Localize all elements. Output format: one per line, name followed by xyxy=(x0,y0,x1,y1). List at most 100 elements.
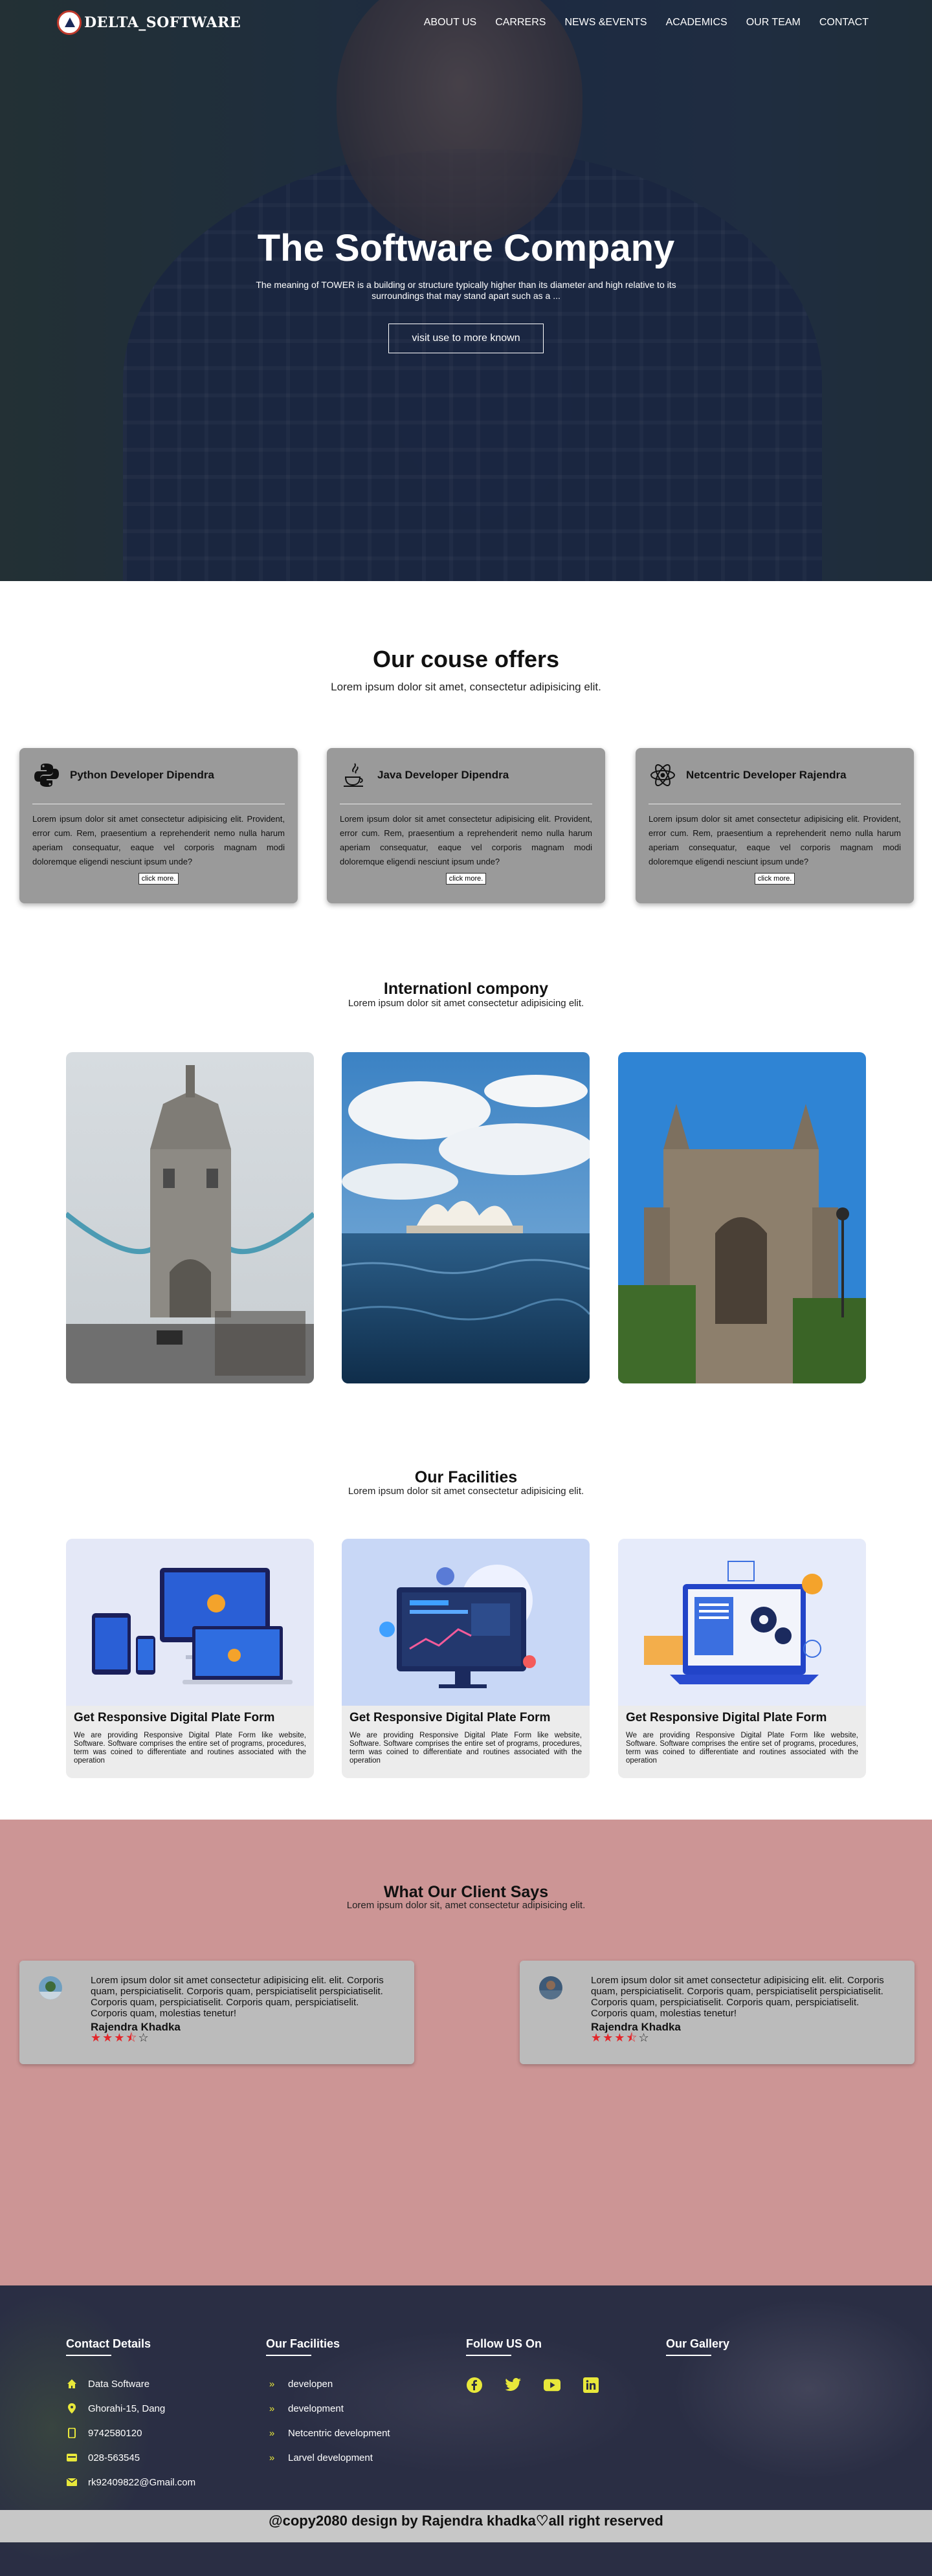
star-full-icon: ★ xyxy=(91,2031,103,2044)
star-empty-icon: ☆ xyxy=(638,2031,650,2044)
site-footer: Contact Details Data Software Ghorahi-15… xyxy=(0,2285,932,2576)
course-card-java: Java Developer Dipendra Lorem ipsum dolo… xyxy=(327,748,605,903)
double-chevron-right-icon: » xyxy=(269,2427,275,2439)
facility-link-text[interactable]: Netcentric development xyxy=(288,2428,390,2439)
copyright-bar: @copy2080 design by Rajendra khadka♡all … xyxy=(0,2510,932,2542)
facility-card-text: We are providing Responsive Digital Plat… xyxy=(74,1732,306,1765)
nav-link-contact[interactable]: CONTACT xyxy=(819,17,869,28)
twitter-icon[interactable] xyxy=(505,2377,522,2394)
facility-card-title: Get Responsive Digital Plate Form xyxy=(350,1711,551,1724)
contact-text: 9742580120 xyxy=(88,2427,142,2439)
nav-link-our-team[interactable]: OUR TEAM xyxy=(746,17,801,28)
facility-card-title: Get Responsive Digital Plate Form xyxy=(74,1711,275,1724)
hero-subtitle: The meaning of TOWER is a building or st… xyxy=(256,280,676,301)
dashboard-illustration xyxy=(342,1539,590,1706)
footer-facility-link[interactable]: » development xyxy=(266,2396,390,2421)
course-title: Python Developer Dipendra xyxy=(70,769,214,781)
contact-text: Data Software xyxy=(88,2378,150,2390)
double-chevron-right-icon: » xyxy=(269,2403,275,2414)
star-full-icon: ★ xyxy=(614,2031,627,2044)
facility-card: Get Responsive Digital Plate Form We are… xyxy=(342,1539,590,1778)
hero-section: DELTA_SOFTWARE ABOUT US CARRERS NEWS &EV… xyxy=(0,0,932,581)
international-title: Internationl compony xyxy=(383,980,549,998)
desktop-settings-illustration xyxy=(618,1539,866,1706)
location-pin-icon xyxy=(66,2403,78,2414)
click-more-button[interactable]: click more. xyxy=(445,873,487,885)
course-description: Lorem ipsum dolor sit amet consectetur a… xyxy=(649,814,901,866)
youtube-icon[interactable] xyxy=(544,2377,560,2394)
footer-follow-title: Follow US On xyxy=(466,2337,599,2356)
footer-facilities-title: Our Facilities xyxy=(266,2337,390,2356)
top-navbar: DELTA_SOFTWARE ABOUT US CARRERS NEWS &EV… xyxy=(0,0,932,45)
footer-follow-column: Follow US On xyxy=(466,2337,599,2394)
facility-link-text[interactable]: Larvel development xyxy=(288,2452,373,2463)
footer-facility-link[interactable]: » developen xyxy=(266,2372,390,2396)
course-title: Java Developer Dipendra xyxy=(377,769,509,781)
python-icon xyxy=(32,761,61,789)
star-rating: ★★★⯪☆ xyxy=(91,2032,395,2043)
client-testimonials-section: What Our Client Says Lorem ipsum dolor s… xyxy=(0,1820,932,2285)
courses-subtitle: Lorem ipsum dolor sit amet, consectetur … xyxy=(331,681,601,693)
footer-gallery-title: Our Gallery xyxy=(666,2337,729,2356)
facility-link-text[interactable]: developen xyxy=(288,2379,333,2390)
nav-link-about-us[interactable]: ABOUT US xyxy=(424,17,477,28)
footer-gallery-column: Our Gallery xyxy=(666,2337,729,2356)
mobile-icon xyxy=(66,2427,78,2439)
envelope-icon xyxy=(66,2476,78,2488)
star-full-icon: ★ xyxy=(114,2031,126,2044)
star-full-icon: ★ xyxy=(102,2031,115,2044)
phone-icon xyxy=(66,2452,78,2463)
contact-address: Data Software xyxy=(66,2372,195,2396)
cathedral-photo xyxy=(618,1052,866,1383)
client-avatar xyxy=(39,1976,62,1999)
international-subtitle: Lorem ipsum dolor sit amet consectetur a… xyxy=(348,998,584,1009)
logo-emblem-icon xyxy=(57,10,82,35)
facility-card-text: We are providing Responsive Digital Plat… xyxy=(626,1732,858,1765)
contact-text: 028-563545 xyxy=(88,2452,140,2463)
facility-link-text[interactable]: development xyxy=(288,2403,344,2414)
course-title: Netcentric Developer Rajendra xyxy=(686,769,847,781)
facilities-subtitle: Lorem ipsum dolor sit amet consectetur a… xyxy=(348,1486,584,1497)
click-more-button[interactable]: click more. xyxy=(138,873,179,885)
nav-link-carrers[interactable]: CARRERS xyxy=(495,17,546,28)
nav-link-news-events[interactable]: NEWS &EVENTS xyxy=(564,17,647,28)
footer-facility-link[interactable]: » Netcentric development xyxy=(266,2421,390,2445)
star-empty-icon: ☆ xyxy=(138,2031,150,2044)
footer-contact-title: Contact Details xyxy=(66,2337,195,2356)
course-description: Lorem ipsum dolor sit amet consectetur a… xyxy=(340,814,592,866)
contact-email: rk92409822@Gmail.com xyxy=(66,2470,195,2494)
facility-card: Get Responsive Digital Plate Form We are… xyxy=(618,1539,866,1778)
course-card-python: Python Developer Dipendra Lorem ipsum do… xyxy=(19,748,298,903)
nav-link-academics[interactable]: ACADEMICS xyxy=(666,17,727,28)
client-avatar xyxy=(539,1976,562,1999)
course-card-netcentric: Netcentric Developer Rajendra Lorem ipsu… xyxy=(636,748,914,903)
facility-card-title: Get Responsive Digital Plate Form xyxy=(626,1711,827,1724)
facebook-icon[interactable] xyxy=(466,2377,483,2394)
courses-title: Our couse offers xyxy=(372,646,560,672)
star-full-icon: ★ xyxy=(591,2031,603,2044)
responsive-devices-illustration xyxy=(66,1539,314,1706)
testimonial-text: Lorem ipsum dolor sit amet consectetur a… xyxy=(91,1975,384,2019)
course-description: Lorem ipsum dolor sit amet consectetur a… xyxy=(32,814,285,866)
footer-facilities-column: Our Facilities » developen » development… xyxy=(266,2337,390,2470)
footer-contact-column: Contact Details Data Software Ghorahi-15… xyxy=(66,2337,195,2494)
hero-cta-button[interactable]: visit use to more known xyxy=(388,324,544,353)
facilities-title: Our Facilities xyxy=(414,1468,518,1486)
clients-subtitle: Lorem ipsum dolor sit, amet consectetur … xyxy=(346,1900,586,1911)
facility-card: Get Responsive Digital Plate Form We are… xyxy=(66,1539,314,1778)
contact-location: Ghorahi-15, Dang xyxy=(66,2396,195,2421)
tower-bridge-photo xyxy=(66,1052,314,1383)
linkedin-icon[interactable] xyxy=(582,2377,599,2394)
contact-text[interactable]: rk92409822@Gmail.com xyxy=(88,2477,195,2488)
clients-title: What Our Client Says xyxy=(383,1883,549,1901)
opera-house-photo xyxy=(342,1052,590,1383)
brand-name: DELTA_SOFTWARE xyxy=(84,14,241,31)
brand-logo[interactable]: DELTA_SOFTWARE xyxy=(57,10,241,35)
social-links xyxy=(466,2377,599,2394)
star-full-icon: ★ xyxy=(603,2031,615,2044)
footer-facility-link[interactable]: » Larvel development xyxy=(266,2445,390,2470)
double-chevron-right-icon: » xyxy=(269,2378,275,2390)
contact-mobile: 9742580120 xyxy=(66,2421,195,2445)
java-icon xyxy=(340,761,368,789)
click-more-button[interactable]: click more. xyxy=(754,873,795,885)
